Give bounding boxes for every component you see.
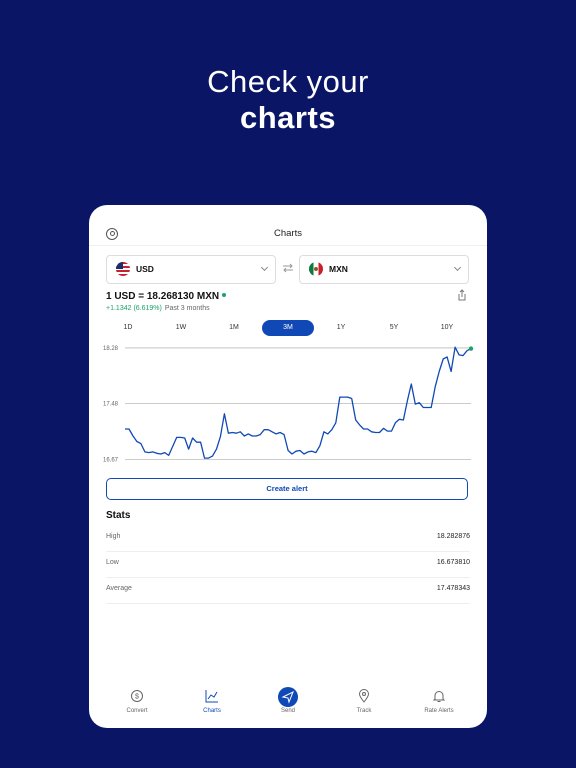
headline-line-1: Check your (207, 64, 369, 99)
chart-line-icon (205, 690, 218, 703)
tab-convert[interactable]: $ Convert (107, 687, 167, 728)
swap-icon[interactable] (282, 262, 294, 274)
range-1w[interactable]: 1W (155, 320, 207, 336)
headline-line-2: charts (239, 100, 337, 135)
paper-plane-icon (281, 690, 294, 704)
tab-label: Send (280, 708, 295, 714)
top-bar: Charts (89, 205, 487, 246)
to-currency-code: MXN (329, 264, 348, 274)
bell-icon (432, 691, 446, 702)
tab-rate-alerts[interactable]: Rate Alerts (409, 687, 469, 728)
tab-label: Charts (203, 708, 221, 714)
stats-title: Stats (106, 510, 131, 521)
dollar-circle-icon: $ (131, 690, 143, 702)
app-screen: Charts USD MXN 1 USD = 18.268130 MXN +1.… (89, 205, 487, 728)
y-tick-label: 16.67 (103, 458, 119, 464)
stat-label: Low (106, 559, 119, 566)
tab-send[interactable]: Send (258, 687, 318, 728)
stat-value: 16.673810 (436, 559, 470, 566)
time-range-selector: 1D 1W 1M 3M 1Y 5Y 10Y (102, 320, 474, 336)
stat-row-high: High 18.282876 (106, 525, 470, 552)
stat-row-low: Low 16.673810 (106, 551, 470, 578)
live-indicator-dot (222, 293, 226, 297)
rate-chart: 18.28 17.48 16.67 (103, 346, 474, 464)
tab-label: Convert (126, 708, 148, 714)
tab-label: Track (356, 708, 372, 714)
from-currency-select[interactable]: USD (106, 255, 276, 284)
range-1m[interactable]: 1M (208, 320, 260, 336)
create-alert-button[interactable]: Create alert (106, 478, 468, 500)
range-1d[interactable]: 1D (102, 320, 154, 336)
bottom-tab-bar: $ Convert Charts Send Track Rate Alerts (89, 687, 487, 728)
tab-charts[interactable]: Charts (182, 687, 242, 728)
exchange-rate: 1 USD = 18.268130 MXN (106, 291, 220, 302)
chevron-down-icon (260, 263, 269, 272)
latest-point-marker (468, 346, 474, 351)
rate-series-line (125, 346, 472, 459)
share-icon[interactable] (456, 289, 468, 301)
stat-label: High (106, 533, 121, 540)
y-tick-label: 17.48 (103, 401, 119, 407)
stat-row-average: Average 17.478343 (106, 577, 470, 604)
range-5y[interactable]: 5Y (368, 320, 420, 336)
chevron-down-icon (453, 263, 462, 272)
mexico-flag-icon (309, 262, 323, 276)
rate-period: Past 3 months (164, 305, 210, 312)
tab-label: Rate Alerts (424, 708, 454, 714)
rate-change: +1.1342 (6.619%) (106, 305, 162, 312)
stat-value: 18.282876 (436, 533, 470, 540)
range-1y[interactable]: 1Y (315, 320, 367, 336)
location-pin-icon (358, 689, 370, 703)
stat-value: 17.478343 (436, 585, 470, 592)
svg-text:$: $ (135, 694, 139, 701)
y-tick-label: 18.28 (103, 346, 119, 352)
stat-label: Average (106, 585, 132, 592)
us-flag-icon (116, 262, 130, 276)
to-currency-select[interactable]: MXN (299, 255, 469, 284)
range-3m[interactable]: 3M (262, 320, 314, 336)
range-10y[interactable]: 10Y (421, 320, 473, 336)
tab-track[interactable]: Track (334, 687, 394, 728)
rate-change-row: +1.1342 (6.619%) Past 3 months (106, 305, 210, 312)
page-title: Charts (274, 228, 302, 239)
from-currency-code: USD (136, 264, 154, 274)
